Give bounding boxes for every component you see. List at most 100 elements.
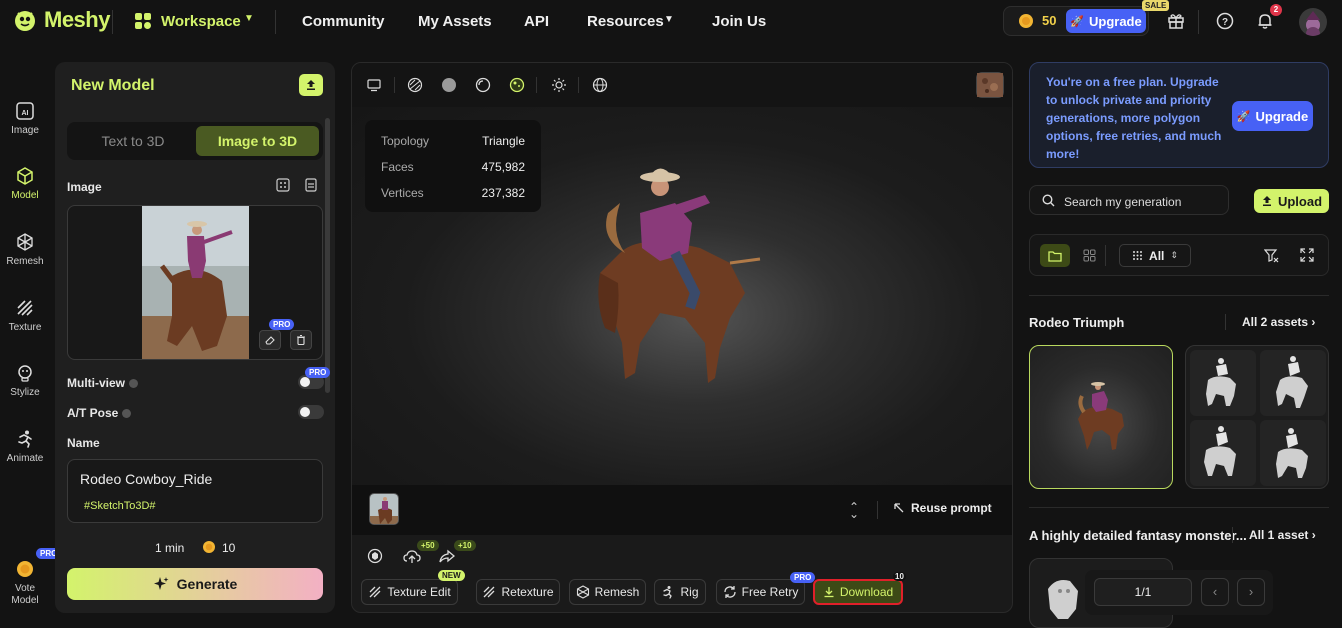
time-estimate: 1 min [155,541,184,555]
nav-resources[interactable]: Resources [587,13,664,30]
chevron-down-icon[interactable]: ▼ [664,14,674,25]
globe-icon[interactable] [592,77,608,93]
page-input[interactable]: 1/1 [1094,578,1192,606]
multi-image-icon[interactable] [276,178,290,192]
rodeo-photo [142,206,249,360]
filter-divider [1105,245,1106,266]
texture-edit-label: Texture Edit [387,585,450,599]
meshy-logo[interactable]: Meshy [12,7,110,33]
chevron-down-icon[interactable]: ▼ [244,13,254,24]
uploaded-image-preview[interactable]: PRO [67,205,323,360]
rodeo-model-thumb [1072,374,1132,456]
rail-remesh[interactable]: Remesh [0,232,50,267]
rail-stylize[interactable]: Stylize [0,363,50,398]
search-input[interactable]: Search my generation [1029,185,1229,215]
collapse-chevron-icon[interactable]: ⌄ [849,507,859,521]
rail-texture-label: Texture [9,322,42,333]
nav-my-assets[interactable]: My Assets [418,13,492,30]
nav-api[interactable]: API [524,13,549,30]
promo-upgrade-button[interactable]: 🚀 Upgrade [1232,101,1313,131]
grid-cell [1190,420,1256,486]
group-title: A highly detailed fantasy monster... [1029,528,1247,543]
list-view-icon[interactable] [304,178,318,192]
wireframe-sphere-icon[interactable] [407,77,423,93]
tab-text-to-3d[interactable]: Text to 3D [71,126,195,156]
folder-view-button[interactable] [1040,244,1070,267]
add-to-community-icon[interactable] [367,548,383,564]
stat-key: Faces [381,160,414,174]
retexture-button[interactable]: Retexture [476,579,560,605]
texture-swatch-button[interactable] [976,72,1004,98]
free-retry-button[interactable]: Free Retry [716,579,805,605]
name-field[interactable]: Rodeo Cowboy_Ride #SketchTo3D# [67,459,323,523]
group-all-assets-link[interactable]: All 1 asset › [1249,528,1316,542]
asset-thumbnail-selected[interactable] [1029,345,1173,489]
grid-cell [1260,350,1326,416]
coin-icon [1018,13,1034,29]
rail-vote-model[interactable]: Vote Model [0,559,50,607]
rail-texture[interactable]: Texture [0,298,50,333]
rig-figure-icon [661,585,675,599]
image-label: Image [67,180,102,194]
atpose-label: A/T Pose [67,406,131,420]
cube-icon [15,166,35,186]
prompt-image-thumbnail[interactable] [369,493,399,525]
group-all-assets-link[interactable]: All 2 assets › [1242,315,1315,329]
delete-image-button[interactable] [290,330,312,350]
info-icon[interactable] [122,409,131,418]
download-button[interactable]: Download [813,579,903,605]
matcap-sphere-icon[interactable] [475,77,491,93]
monitor-icon[interactable] [367,78,381,92]
multiview-pro-badge: PRO [305,367,330,378]
generate-button[interactable]: Generate [67,568,323,600]
remesh-button[interactable]: Remesh [569,579,646,605]
upload-button[interactable]: Upload [1254,189,1329,213]
rail-model[interactable]: Model [0,166,50,201]
filter-clear-icon[interactable] [1264,248,1279,263]
cost-value: 10 [222,541,235,555]
share-count-badge: +10 [454,540,476,551]
texture-edit-button[interactable]: Texture Edit [361,579,458,605]
avatar[interactable] [1299,8,1327,36]
lighting-icon[interactable] [551,77,567,93]
vote-coin-icon [15,559,35,579]
solid-sphere-icon[interactable] [441,77,457,93]
erase-background-button[interactable] [259,330,281,350]
rail-image[interactable]: AI Image [0,101,50,136]
asset-thumbnail-grid[interactable] [1185,345,1329,489]
generate-label: Generate [177,576,238,592]
info-icon[interactable] [129,379,138,388]
stylize-icon [15,363,35,383]
group-link-label: All 2 assets [1242,315,1308,329]
rig-label: Rig [680,585,698,599]
expand-icon[interactable] [1300,248,1314,262]
rail-animate[interactable]: Animate [0,429,50,464]
rig-button[interactable]: Rig [654,579,706,605]
multiview-text: Multi-view [67,376,125,390]
asset-filter-bar: All ⇕ [1029,234,1329,276]
gift-icon[interactable] [1167,12,1185,30]
atpose-toggle[interactable] [298,405,324,419]
panel-scrollbar[interactable] [325,118,330,393]
new-badge: NEW [438,570,465,581]
vote-model-label: Model [11,595,38,606]
upload-model-button[interactable] [299,74,323,96]
help-icon[interactable]: ? [1216,12,1234,30]
prev-page-button[interactable]: ‹ [1201,578,1229,606]
nav-workspace[interactable]: Workspace [161,13,241,30]
tab-image-to-3d[interactable]: Image to 3D [196,126,319,156]
filter-select[interactable]: All ⇕ [1119,244,1191,267]
nav-join-us[interactable]: Join Us [712,13,766,30]
upgrade-button[interactable]: 🚀 Upgrade [1066,9,1146,33]
panel-title: New Model [71,77,155,95]
credits-count: 50 [1042,13,1056,28]
textured-sphere-icon[interactable] [509,77,525,93]
cloud-upload-icon[interactable] [403,549,421,565]
grid-view-icon[interactable] [1083,249,1096,262]
share-icon[interactable] [439,549,455,563]
next-page-button[interactable]: › [1237,578,1265,606]
white-model-preview [1260,350,1326,416]
reuse-prompt-button[interactable]: Reuse prompt [893,501,992,515]
nav-community[interactable]: Community [302,13,385,30]
notification-badge: 2 [1270,4,1282,16]
